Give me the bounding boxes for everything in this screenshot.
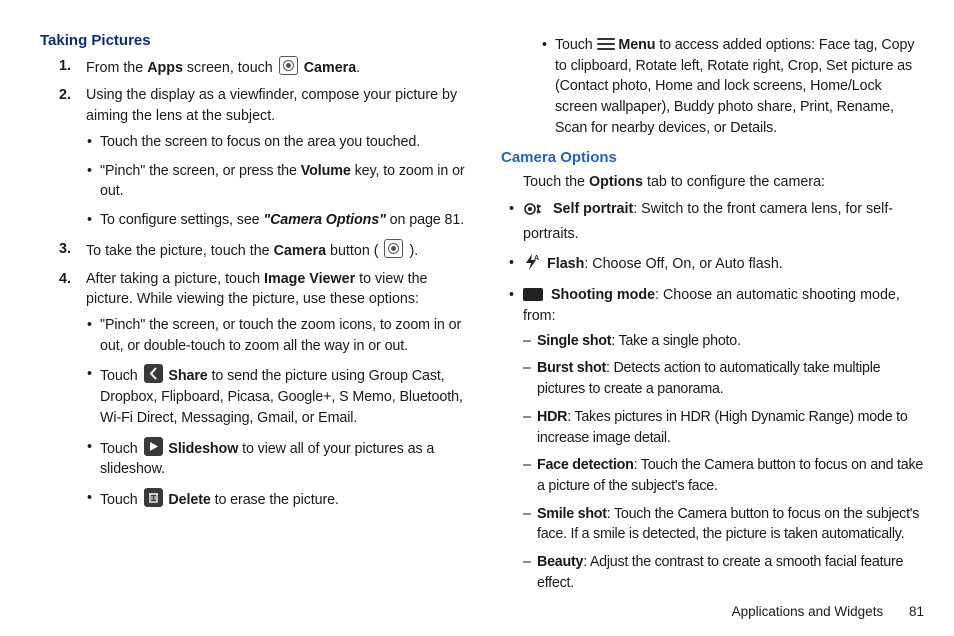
text: . <box>356 60 360 76</box>
mode-beauty: Beauty: Adjust the contrast to create a … <box>537 552 926 593</box>
camera-label: Camera <box>304 60 356 76</box>
options-label: Options <box>589 174 643 190</box>
text: : Takes pictures in HDR (High Dynamic Ra… <box>537 409 908 446</box>
page-number: 81 <box>909 604 924 619</box>
list-item: Touch Share to send the picture using Gr… <box>100 364 465 428</box>
step-1: 1. From the Apps screen, touch Camera. <box>86 56 465 79</box>
menu-icon <box>597 37 615 51</box>
text: button ( <box>326 243 382 259</box>
text: Touch the <box>523 174 589 190</box>
volume-label: Volume <box>301 163 351 179</box>
step-2: 2. Using the display as a viewfinder, co… <box>86 85 465 230</box>
delete-label: Delete <box>168 492 210 508</box>
step4-bullets: "Pinch" the screen, or touch the zoom ic… <box>86 315 465 511</box>
right-column: Touch Menu to access added options: Face… <box>483 30 926 602</box>
shooting-mode-icon <box>523 288 543 301</box>
page: Taking Pictures 1. From the Apps screen,… <box>0 0 954 636</box>
mode-label: Burst shot <box>537 360 606 376</box>
slideshow-icon <box>144 437 163 456</box>
left-column: Taking Pictures 1. From the Apps screen,… <box>40 30 483 602</box>
page-footer: Applications and Widgets 81 <box>732 602 924 622</box>
text: screen, touch <box>183 60 277 76</box>
step2-bullets: Touch the screen to focus on the area yo… <box>86 132 465 231</box>
mode-burst-shot: Burst shot: Detects action to automatica… <box>537 358 926 399</box>
apps-label: Apps <box>147 60 183 76</box>
step-4: 4. After taking a picture, touch Image V… <box>86 269 465 511</box>
step-number: 1. <box>59 56 71 77</box>
text: Touch <box>100 492 142 508</box>
text: After taking a picture, touch <box>86 271 264 287</box>
shooting-modes-list: Single shot: Take a single photo. Burst … <box>523 331 926 594</box>
list-item: Touch Delete to erase the picture. <box>100 488 465 511</box>
option-label: Flash <box>547 256 584 272</box>
mode-hdr: HDR: Takes pictures in HDR (High Dynamic… <box>537 407 926 448</box>
option-label: Shooting mode <box>551 287 655 303</box>
text: to erase the picture. <box>211 492 339 508</box>
text: Touch <box>555 37 597 53</box>
self-portrait-icon <box>523 201 545 224</box>
list-item: "Pinch" the screen, or press the Volume … <box>100 161 465 202</box>
section-name: Applications and Widgets <box>732 604 884 619</box>
text: Touch <box>100 441 142 457</box>
steps-list: 1. From the Apps screen, touch Camera. 2… <box>40 56 465 511</box>
image-viewer-label: Image Viewer <box>264 271 355 287</box>
carryover-bullets: Touch Menu to access added options: Face… <box>501 35 926 139</box>
share-icon <box>144 364 163 383</box>
text: : Take a single photo. <box>611 333 740 349</box>
text: : Choose Off, On, or Auto flash. <box>584 256 782 272</box>
list-item: Touch Menu to access added options: Face… <box>555 35 926 139</box>
option-self-portrait: Self portrait: Switch to the front camer… <box>523 199 926 244</box>
text: Touch <box>100 368 142 384</box>
camera-shutter-icon <box>384 239 403 258</box>
heading-taking-pictures: Taking Pictures <box>40 30 465 52</box>
list-item: Touch the screen to focus on the area yo… <box>100 132 465 153</box>
slideshow-label: Slideshow <box>168 441 238 457</box>
step-number: 2. <box>59 85 71 106</box>
text: to access added options: Face tag, Copy … <box>555 37 914 136</box>
text: Touch the screen to focus on the area yo… <box>100 134 420 150</box>
text: "Pinch" the screen, or touch the zoom ic… <box>100 317 461 354</box>
intro-text: Touch the Options tab to configure the c… <box>523 172 926 193</box>
text: "Pinch" the screen, or press the <box>100 163 301 179</box>
page-columns: Taking Pictures 1. From the Apps screen,… <box>0 0 954 612</box>
camera-app-icon <box>279 56 298 75</box>
mode-label: Smile shot <box>537 506 607 522</box>
text: tab to configure the camera: <box>643 174 825 190</box>
list-item: "Pinch" the screen, or touch the zoom ic… <box>100 315 465 356</box>
xref-camera-options: "Camera Options" <box>263 212 385 228</box>
text: From the <box>86 60 147 76</box>
text: ). <box>405 243 418 259</box>
mode-smile-shot: Smile shot: Touch the Camera button to f… <box>537 504 926 545</box>
menu-label: Menu <box>618 37 655 53</box>
mode-label: HDR <box>537 409 567 425</box>
mode-single-shot: Single shot: Take a single photo. <box>537 331 926 352</box>
mode-label: Beauty <box>537 554 583 570</box>
text: on page 81. <box>386 212 464 228</box>
mode-label: Single shot <box>537 333 611 349</box>
options-list: Self portrait: Switch to the front camer… <box>501 199 926 594</box>
svg-text:A: A <box>534 255 539 262</box>
camera-label: Camera <box>274 243 326 259</box>
delete-icon <box>144 488 163 507</box>
list-item: Touch Slideshow to view all of your pict… <box>100 437 465 480</box>
text: : Adjust the contrast to create a smooth… <box>537 554 903 591</box>
option-shooting-mode: Shooting mode: Choose an automatic shoot… <box>523 285 926 593</box>
option-label: Self portrait <box>553 201 633 217</box>
mode-face-detection: Face detection: Touch the Camera button … <box>537 455 926 496</box>
list-item: To configure settings, see "Camera Optio… <box>100 210 465 231</box>
heading-camera-options: Camera Options <box>501 147 926 169</box>
step-number: 3. <box>59 239 71 260</box>
flash-icon: A <box>523 253 539 278</box>
text: Using the display as a viewfinder, compo… <box>86 87 457 124</box>
text: To take the picture, touch the <box>86 243 274 259</box>
step-3: 3. To take the picture, touch the Camera… <box>86 239 465 262</box>
step-number: 4. <box>59 269 71 290</box>
mode-label: Face detection <box>537 457 634 473</box>
option-flash: A Flash: Choose Off, On, or Auto flash. <box>523 253 926 278</box>
share-label: Share <box>168 368 207 384</box>
text: To configure settings, see <box>100 212 263 228</box>
